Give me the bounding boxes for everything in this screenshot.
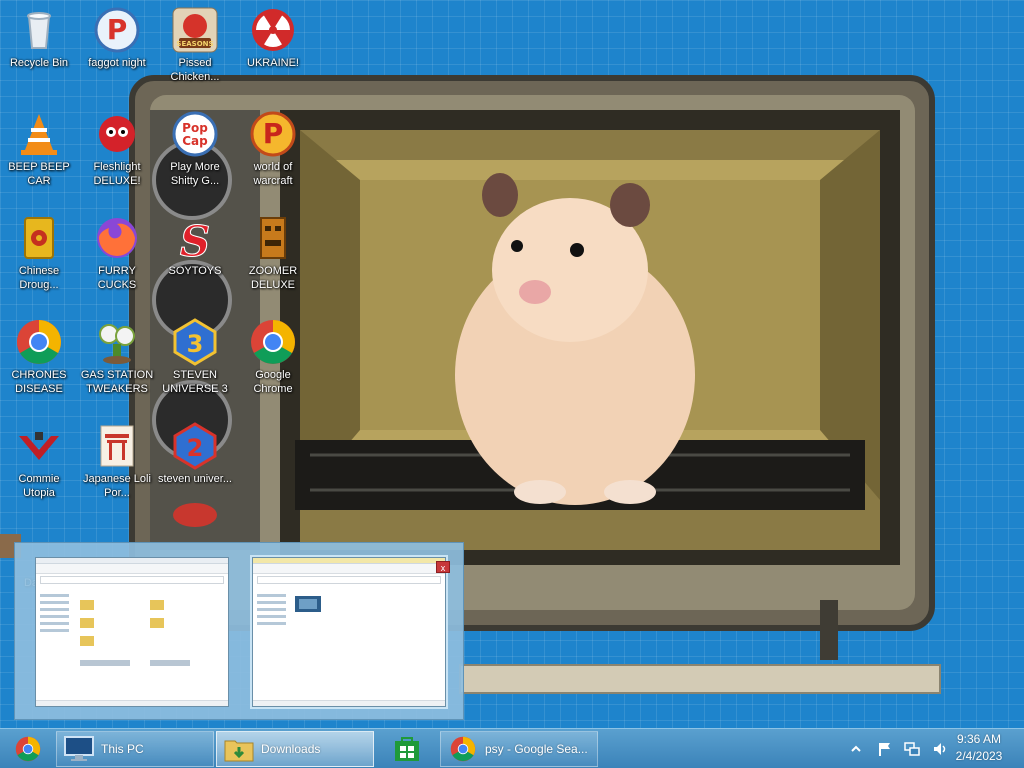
taskbar-button-this-pc[interactable]: This PC — [56, 731, 214, 767]
folder-grid-preview — [80, 600, 190, 666]
svg-text:3: 3 — [187, 330, 204, 358]
clock-date: 2/4/2023 — [955, 749, 1003, 763]
svg-text:S: S — [180, 217, 210, 262]
desktop-icon-label: Japanese Loli Por... — [83, 473, 151, 499]
red-s-icon: S — [179, 217, 210, 263]
vlc-cone-icon — [21, 114, 57, 155]
desktop-icon-google-chrome[interactable]: Google Chrome — [234, 318, 312, 396]
flag-icon[interactable] — [876, 741, 892, 757]
desktop-icon-label: Chinese Droug... — [18, 265, 60, 291]
red-emblem-icon — [19, 432, 59, 460]
steven-universe-3-icon: 3 — [173, 318, 217, 366]
chrome-icon — [450, 736, 476, 762]
desktop-icon-steven-univer[interactable]: 2 steven univer... — [156, 422, 234, 486]
thumbnail-downloads-window[interactable] — [250, 555, 448, 709]
mahjong-tile-icon — [24, 217, 54, 259]
desktop-icon-label: UKRAINE! — [247, 57, 299, 69]
recycle-bin-icon — [27, 12, 51, 49]
taskbar-button-store[interactable] — [378, 731, 436, 767]
desktop-icon-furry-cucks[interactable]: FURRY CUCKS — [78, 214, 156, 292]
desktop-icon-chinese-droug[interactable]: Chinese Droug... — [0, 214, 78, 292]
svg-text:P: P — [107, 13, 128, 46]
taskbar-button-label: Downloads — [261, 742, 321, 756]
thumbnail-this-pc-window[interactable] — [35, 557, 229, 707]
network-icon[interactable] — [904, 741, 920, 757]
taskbar-button-downloads[interactable]: Downloads — [216, 731, 374, 767]
desktop-icon-label: CHRONES DISEASE — [11, 369, 67, 395]
desktop-icon-label: SOYTOYS — [168, 265, 222, 277]
popcap-p-icon: P — [250, 111, 296, 157]
taskbar-clock[interactable]: 9:36 AM 2/4/2023 — [944, 731, 1014, 767]
desktop-icon-steven-universe-3[interactable]: 3 STEVEN UNIVERSE 3 — [156, 318, 234, 396]
desktop-icon-chrones-disease[interactable]: CHRONES DISEASE — [0, 318, 78, 396]
svg-text:SEASONS: SEASONS — [176, 40, 213, 48]
svg-text:Cap: Cap — [182, 134, 208, 148]
thumbnail-close-button[interactable]: x — [436, 561, 450, 573]
desktop-icon-label: ZOOMER DELUXE — [248, 265, 298, 291]
red-fuzzball-icon — [99, 116, 135, 152]
desktop-icon-pissed-chicken[interactable]: SEASONS Pissed Chicken... — [156, 6, 234, 84]
angry-bird-seasons-icon: SEASONS — [172, 7, 218, 53]
desktop-icon-label: STEVEN UNIVERSE 3 — [162, 369, 228, 395]
torii-gate-icon — [100, 425, 134, 467]
taskbar: This PC Downloads psy - Google Sea... 9:… — [0, 728, 1024, 768]
store-bag-icon — [395, 737, 419, 761]
desktop-icon-zoomer-deluxe[interactable]: ZOOMER DELUXE — [234, 214, 312, 292]
desktop-icon-label: Commie Utopia — [18, 473, 60, 499]
taskbar-button-google-search[interactable]: psy - Google Sea... — [440, 731, 598, 767]
desktop-icon-label: faggot night — [88, 57, 146, 69]
desktop-icon-gas-station-tweakers[interactable]: GAS STATION TWEAKERS — [78, 318, 156, 396]
image-file-preview — [295, 596, 321, 612]
desktop-icon-beep-beep-car[interactable]: BEEP BEEP CAR — [0, 110, 78, 188]
chrome-icon — [15, 736, 41, 762]
chrome-icon — [251, 320, 295, 364]
popcap-p-icon: P — [94, 7, 140, 53]
desktop-icon-label: Fleshlight DELUXE! — [93, 161, 141, 187]
chevron-up-icon[interactable] — [848, 741, 864, 757]
steven-universe-2-icon: 2 — [173, 422, 217, 470]
desktop-icon-soytoys[interactable]: S SOYTOYS — [156, 214, 234, 278]
radiation-icon — [252, 9, 294, 51]
taskbar-thumbnail-popup: x — [14, 542, 464, 720]
clock-time: 9:36 AM — [956, 732, 1002, 746]
zuma-idol-icon — [260, 217, 286, 259]
desktop-icon-label: Play More Shitty G... — [170, 161, 220, 187]
desktop-icon-ukraine[interactable]: UKRAINE! — [234, 6, 312, 70]
desktop-icon-label: world of warcraft — [253, 161, 293, 187]
downloads-folder-icon — [224, 740, 254, 762]
svg-text:P: P — [263, 117, 284, 150]
svg-text:Pop: Pop — [182, 121, 208, 135]
desktop-icon-commie-utopia[interactable]: Commie Utopia — [0, 422, 78, 500]
desktop-icon-play-more[interactable]: Pop Cap Play More Shitty G... — [156, 110, 234, 188]
desktop-icon-label: BEEP BEEP CAR — [8, 161, 70, 187]
desktop-icon-label: FURRY CUCKS — [97, 265, 137, 291]
desktop-icon-label: Pissed Chicken... — [170, 57, 220, 83]
taskbar-button-label: psy - Google Sea... — [485, 742, 588, 756]
desktop-icon-label: Recycle Bin — [9, 57, 69, 69]
desktop-icon-fleshlight-deluxe[interactable]: Fleshlight DELUXE! — [78, 110, 156, 188]
desktop-icon-label: Google Chrome — [253, 369, 293, 395]
desktop-icon-recycle-bin[interactable]: Recycle Bin — [0, 6, 78, 70]
plant-zombie-icon — [99, 324, 135, 364]
desktop-icon-faggot-night[interactable]: P faggot night — [78, 6, 156, 70]
desktop-icon-label: GAS STATION TWEAKERS — [80, 369, 154, 395]
start-chrome-button[interactable] — [4, 731, 52, 767]
popcap-icon: Pop Cap — [172, 111, 218, 157]
desktop-icon-japanese-loli[interactable]: Japanese Loli Por... — [78, 422, 156, 500]
system-tray — [842, 729, 954, 768]
taskbar-button-label: This PC — [101, 742, 144, 756]
firefox-icon — [97, 218, 137, 258]
svg-text:2: 2 — [187, 434, 204, 462]
computer-monitor-icon — [64, 736, 94, 761]
desktop-icon-world-of-warcraft[interactable]: P world of warcraft — [234, 110, 312, 188]
chrome-icon — [17, 320, 61, 364]
desktop-icon-label: steven univer... — [158, 473, 232, 485]
